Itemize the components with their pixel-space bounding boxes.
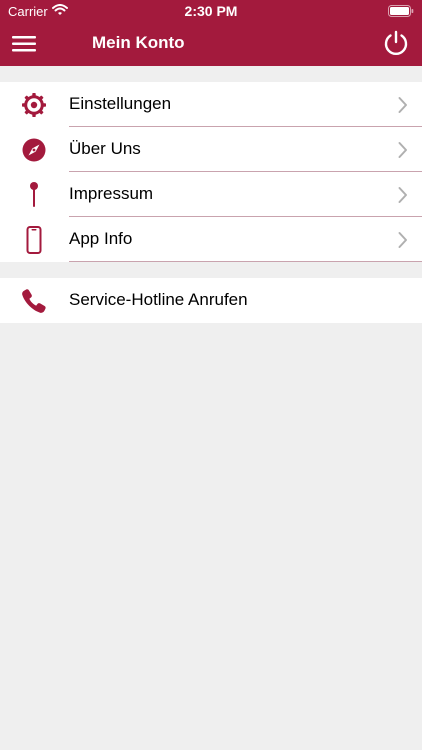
- menu-item-label: Über Uns: [69, 139, 141, 158]
- hotline-section: Service-Hotline Anrufen: [0, 278, 422, 323]
- hamburger-menu-icon[interactable]: [10, 30, 40, 58]
- battery-icon: [388, 5, 414, 20]
- chevron-right-icon: [398, 141, 408, 159]
- menu-item-einstellungen[interactable]: Einstellungen: [0, 82, 422, 127]
- page-title: Mein Konto: [92, 33, 185, 52]
- row-divider: [69, 261, 422, 262]
- hotline-label: Service-Hotline Anrufen: [69, 290, 248, 309]
- chevron-right-icon: [398, 96, 408, 114]
- app-header: Carrier 2:30 PM Mein Konto: [0, 0, 422, 66]
- service-hotline-button[interactable]: Service-Hotline Anrufen: [0, 278, 422, 323]
- menu-item-label: Impressum: [69, 184, 154, 203]
- smartphone-icon: [20, 226, 48, 254]
- settings-menu-list: Einstellungen Über Uns Impressum App Inf…: [0, 82, 422, 262]
- menu-item-app-info[interactable]: App Info: [0, 217, 422, 262]
- status-bar: Carrier 2:30 PM: [0, 0, 422, 22]
- menu-item-ueber-uns[interactable]: Über Uns: [0, 127, 422, 172]
- chevron-right-icon: [398, 186, 408, 204]
- gear-icon: [20, 91, 48, 119]
- menu-item-label: Einstellungen: [69, 94, 172, 113]
- menu-item-label: App Info: [69, 229, 133, 248]
- pin-icon: [20, 181, 48, 209]
- status-time: 2:30 PM: [184, 3, 238, 19]
- power-icon[interactable]: [382, 29, 410, 57]
- navigation-bar: Mein Konto: [0, 22, 422, 66]
- compass-icon: [20, 136, 48, 164]
- chevron-right-icon: [398, 231, 408, 249]
- menu-item-impressum[interactable]: Impressum: [0, 172, 422, 217]
- phone-icon: [20, 287, 48, 315]
